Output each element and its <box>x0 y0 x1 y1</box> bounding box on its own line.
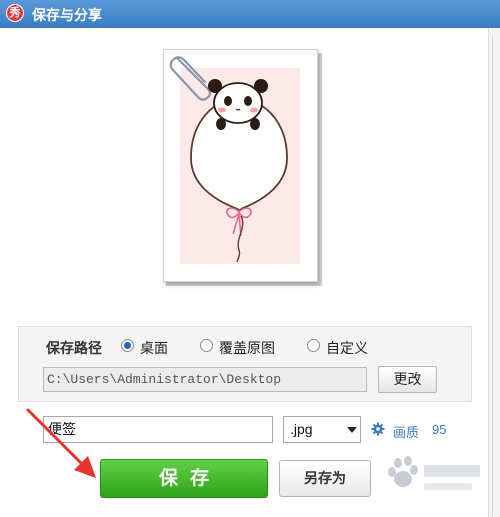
gear-icon[interactable] <box>371 422 385 436</box>
right-edge-divider <box>492 36 493 516</box>
preview-illustration <box>169 56 288 263</box>
radio-custom[interactable] <box>307 339 320 352</box>
meitu-logo-icon: 秀 <box>6 4 24 22</box>
quality-value: 95 <box>432 422 447 437</box>
quality-link[interactable]: 画质 <box>393 422 419 441</box>
radio-overwrite-original[interactable] <box>200 339 213 352</box>
paperclip-icon <box>169 56 212 101</box>
chevron-down-icon[interactable] <box>347 427 357 433</box>
annotation-arrow-icon <box>26 408 96 478</box>
radio-desktop-label[interactable]: 桌面 <box>140 338 168 358</box>
window-title: 保存与分享 <box>32 7 102 23</box>
save-path-label: 保存路径 <box>46 340 102 356</box>
panda-icon <box>208 79 268 130</box>
radio-custom-label[interactable]: 自定义 <box>326 338 368 358</box>
save-path-field[interactable]: C:\Users\Administrator\Desktop <box>43 367 367 392</box>
radio-desktop[interactable] <box>121 339 134 352</box>
save-button[interactable]: 保存 <box>100 459 268 498</box>
ribbon-bow-icon <box>226 207 252 237</box>
save-as-button[interactable]: 另存为 <box>279 460 371 497</box>
right-edge-panel <box>488 28 500 517</box>
title-bar: 秀 保存与分享 <box>0 0 500 28</box>
radio-overwrite-original-label[interactable]: 覆盖原图 <box>219 338 275 358</box>
change-path-button[interactable]: 更改 <box>378 366 437 393</box>
paw-watermark-icon <box>388 456 480 490</box>
